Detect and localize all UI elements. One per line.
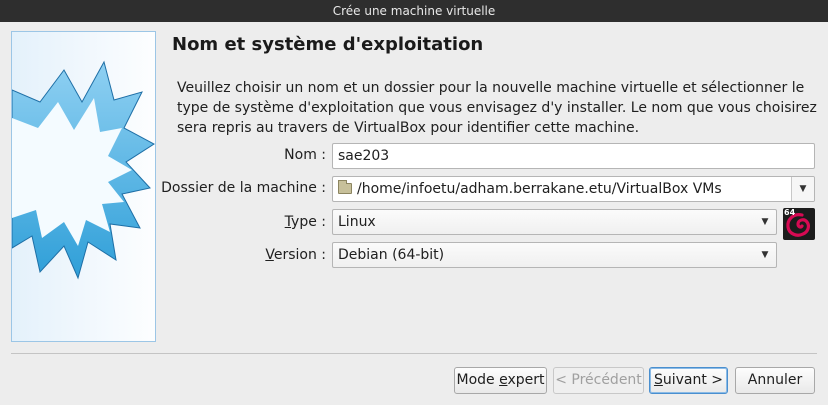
button-bar-divider xyxy=(11,353,817,354)
previous-button[interactable]: < Précédent xyxy=(553,367,644,394)
next-mnemonic: S xyxy=(653,372,663,388)
next-suffix: uivant > xyxy=(662,372,724,388)
type-select[interactable]: Linux ▼ xyxy=(332,209,777,235)
window-title: Crée une machine virtuelle xyxy=(0,0,828,22)
chevron-down-icon[interactable]: ▼ xyxy=(791,177,814,201)
page-heading: Nom et système d'exploitation xyxy=(172,34,484,55)
page-description: Veuillez choisir un nom et un dossier po… xyxy=(177,80,817,136)
wizard-side-image xyxy=(11,31,156,342)
arch-badge: 64 xyxy=(784,208,796,217)
chevron-down-icon: ▼ xyxy=(761,250,769,260)
type-label-text: ype : xyxy=(291,214,326,230)
folder-path: /home/infoetu/adham.berrakane.etu/Virtua… xyxy=(357,181,722,197)
next-button[interactable]: Suivant > xyxy=(649,367,728,394)
version-select[interactable]: Debian (64-bit) ▼ xyxy=(332,242,777,268)
version-value: Debian (64-bit) xyxy=(338,247,445,263)
folder-label: Dossier de la machine : xyxy=(161,180,326,196)
chevron-down-icon: ▼ xyxy=(761,217,769,227)
version-label: Version : xyxy=(265,247,326,263)
cancel-button[interactable]: Annuler xyxy=(735,367,815,394)
folder-icon xyxy=(338,180,352,194)
name-input[interactable]: sae203 xyxy=(332,143,815,169)
starburst-illustration xyxy=(12,32,155,341)
expert-mode-suffix: xpert xyxy=(507,372,545,388)
type-value: Linux xyxy=(338,214,376,230)
folder-selector[interactable]: /home/infoetu/adham.berrakane.etu/Virtua… xyxy=(332,176,815,202)
debian-logo-icon: 64 xyxy=(783,208,815,240)
version-label-text: ersion : xyxy=(273,247,326,263)
expert-mode-button[interactable]: Mode expert xyxy=(454,367,547,394)
type-label: Type : xyxy=(285,214,326,230)
expert-mode-prefix: Mode xyxy=(456,372,500,388)
name-label: Nom : xyxy=(284,147,326,163)
version-label-mnemonic: V xyxy=(265,247,274,263)
